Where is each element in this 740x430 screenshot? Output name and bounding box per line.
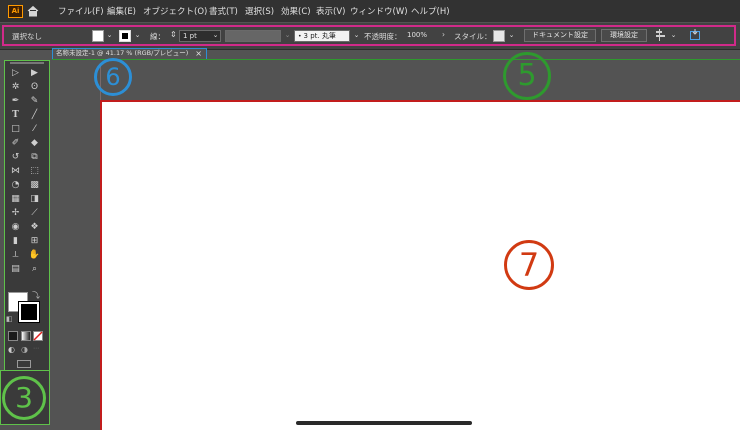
scale-tool-icon[interactable]: ⧉ [27,151,42,164]
style-label: スタイル： [454,32,492,41]
arrange-documents-icon[interactable] [688,28,702,42]
symbol-sprayer-tool-icon[interactable]: ❖ [27,221,42,234]
opacity-value: 100% [407,31,428,39]
fill-swatch[interactable] [92,30,104,42]
column-graph-tool-icon[interactable]: ▮ [8,235,23,248]
live-paint-tool-icon[interactable]: ▩ [27,179,42,192]
annotation-6: 6 [94,58,132,96]
menu-type[interactable]: 書式(T) [209,5,238,17]
home-icon[interactable] [26,4,40,18]
app-logo: Ai [8,5,23,18]
opacity-field[interactable]: 100% [404,30,440,42]
artboard-tool-icon[interactable]: ⊞ [27,235,42,248]
menu-effect[interactable]: 効果(C) [281,5,311,17]
opacity-arrow-icon[interactable]: › [442,30,445,39]
horizontal-scrollbar[interactable] [296,421,472,425]
paintbrush-tool-icon[interactable]: ⁄ [27,123,42,136]
free-transform-tool-icon[interactable]: ⬚ [27,165,42,178]
curvature-tool-icon[interactable]: ✎ [27,95,42,108]
shaper-tool-icon[interactable]: ✐ [8,137,23,150]
fill-dropdown-icon[interactable]: ⌄ [104,30,115,41]
profile-dropdown-icon[interactable]: ⌄ [282,30,293,41]
rectangle-tool-icon[interactable]: □ [8,123,23,136]
document-setup-button[interactable]: ドキュメント設定 [524,29,596,42]
shape-builder-tool-icon[interactable]: ◔ [8,179,23,192]
brush-dropdown-icon[interactable]: ⌄ [351,30,362,41]
menu-file[interactable]: ファイル(F) [58,5,104,17]
swap-colors-icon[interactable]: ⤵ [32,290,40,301]
rotate-tool-icon[interactable]: ↺ [8,151,23,164]
direct-selection-tool-icon[interactable]: ▶ [27,67,42,80]
draw-mode-icon[interactable]: ◐ [8,345,15,354]
stroke-weight-dropdown-icon[interactable]: ⌄ [210,30,221,41]
type-tool-icon[interactable]: T [8,109,23,122]
preferences-button[interactable]: 環境設定 [601,29,647,42]
magic-wand-tool-icon[interactable]: ✲ [8,81,23,94]
line-segment-tool-icon[interactable]: ╱ [27,109,42,122]
graphic-style-swatch[interactable] [493,30,505,42]
annotation-5: 5 [503,52,551,100]
width-tool-icon[interactable]: ⋈ [8,165,23,178]
document-area-border [52,59,740,60]
stroke-label: 線： [150,32,165,41]
menu-help[interactable]: ヘルプ(H) [411,5,450,17]
tab-close-icon[interactable]: × [195,49,202,58]
edit-toolbar-icon[interactable]: ▤ [8,263,23,276]
stroke-color-box[interactable] [18,301,40,323]
default-colors-icon[interactable]: ◧ [6,315,13,323]
change-screen-mode-icon[interactable] [17,360,31,368]
selection-status: 選択なし [12,32,42,41]
mesh-tool-icon[interactable]: ✢ [8,207,23,220]
none-mode-icon[interactable] [33,331,43,341]
document-tab[interactable]: 名称未設定-1 @ 41.17 % (RGB/プレビュー) × [52,48,207,59]
brush-definition-field[interactable]: • 3 pt. 丸筆 [294,30,350,42]
selection-tool-icon[interactable]: ▷ [8,67,23,80]
eraser-tool-icon[interactable]: ◆ [27,137,42,150]
blend-tool-icon[interactable]: ◉ [8,221,23,234]
lasso-tool-icon[interactable]: ʘ [27,81,42,94]
stroke-stepper-icon[interactable]: ⇕ [170,30,177,39]
toolbar-more-icon[interactable]: ⋯ [33,345,39,352]
style-dropdown-icon[interactable]: ⌄ [506,30,517,41]
menu-window[interactable]: ウィンドウ(W) [350,5,408,17]
variable-width-profile[interactable] [225,30,281,42]
menu-view[interactable]: 表示(V) [316,5,345,17]
menu-object[interactable]: オブジェクト(O) [143,5,207,17]
gradient-tool-icon[interactable]: ◨ [27,193,42,206]
slice-tool-icon[interactable]: ⟂ [8,249,23,262]
stroke-weight-value: 1 pt [183,32,197,40]
opacity-label: 不透明度： [364,32,402,41]
align-options-icon[interactable] [654,28,668,42]
toolbar-grip[interactable] [10,62,44,64]
stroke-dropdown-icon[interactable]: ⌄ [132,30,143,41]
artboard[interactable] [100,100,740,430]
menu-edit[interactable]: 編集(E) [107,5,136,17]
zoom-tool-icon[interactable]: ⌕ [27,263,42,276]
menu-select[interactable]: 選択(S) [245,5,274,17]
screen-mode-icon[interactable]: ◑ [21,345,28,354]
annotation-3: 3 [2,376,46,420]
hand-tool-icon[interactable]: ✋ [27,249,42,262]
pen-tool-icon[interactable]: ✒ [8,95,23,108]
brush-value: 3 pt. 丸筆 [303,32,336,40]
eyedropper-tool-icon[interactable]: ⟋ [27,207,42,220]
perspective-grid-tool-icon[interactable]: ▦ [8,193,23,206]
gradient-mode-icon[interactable] [21,331,31,341]
annotation-7: 7 [504,240,554,290]
color-mode-icon[interactable] [8,331,18,341]
stroke-swatch[interactable] [119,30,131,42]
align-dropdown-icon[interactable]: ⌄ [668,30,679,41]
document-tab-title: 名称未設定-1 @ 41.17 % (RGB/プレビュー) [56,49,189,57]
